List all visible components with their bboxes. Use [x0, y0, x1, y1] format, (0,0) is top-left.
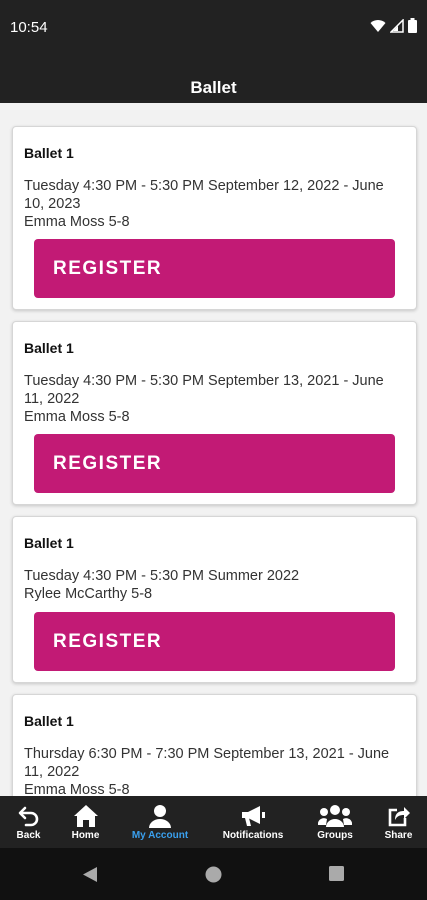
nav-home-label: Home [71, 830, 100, 841]
system-recents-icon[interactable] [329, 866, 344, 881]
nav-notifications-label: Notifications [222, 830, 284, 841]
class-title: Ballet 1 [24, 535, 74, 551]
class-instructor: Rylee McCarthy 5-8 [24, 586, 153, 602]
class-details: Tuesday 4:30 PM - 5:30 PM September 13, … [24, 372, 404, 426]
class-card: Ballet 1 Tuesday 4:30 PM - 5:30 PM Septe… [12, 126, 417, 310]
class-title: Ballet 1 [24, 713, 74, 729]
class-schedule: Tuesday 4:30 PM - 5:30 PM Summer 2022 [24, 568, 300, 584]
battery-icon [408, 18, 417, 33]
nav-share[interactable]: Share [370, 796, 427, 848]
class-details: Tuesday 4:30 PM - 5:30 PM September 12, … [24, 177, 404, 231]
class-schedule: Thursday 6:30 PM - 7:30 PM September 13,… [24, 746, 390, 780]
app-header: Ballet [0, 56, 427, 103]
class-title: Ballet 1 [24, 340, 74, 356]
nav-back[interactable]: Back [0, 796, 57, 848]
bottom-nav: Back Home My Account Notifications Group… [0, 796, 427, 848]
nav-my-account-label: My Account [131, 830, 189, 841]
cell-signal-icon [390, 18, 404, 33]
share-icon [388, 807, 410, 827]
class-details: Thursday 6:30 PM - 7:30 PM September 13,… [24, 745, 404, 796]
nav-home[interactable]: Home [57, 796, 114, 848]
nav-back-label: Back [16, 830, 41, 841]
class-instructor: Emma Moss 5-8 [24, 782, 130, 796]
nav-share-label: Share [384, 830, 413, 841]
wifi-icon [370, 19, 386, 32]
class-instructor: Emma Moss 5-8 [24, 409, 130, 425]
groups-icon [318, 805, 352, 827]
status-time: 10:54 [10, 19, 48, 36]
status-icons [370, 18, 417, 33]
class-instructor: Emma Moss 5-8 [24, 214, 130, 230]
class-card: Ballet 1 Tuesday 4:30 PM - 5:30 PM Summe… [12, 516, 417, 683]
nav-notifications[interactable]: Notifications [206, 796, 300, 848]
user-icon [149, 805, 171, 828]
status-bar: 10:54 [0, 0, 427, 56]
register-button[interactable]: REGISTER [34, 612, 395, 671]
class-schedule: Tuesday 4:30 PM - 5:30 PM September 12, … [24, 178, 384, 212]
nav-my-account[interactable]: My Account [114, 796, 206, 848]
register-button[interactable]: REGISTER [34, 239, 395, 298]
page-title: Ballet [190, 78, 237, 97]
class-title: Ballet 1 [24, 145, 74, 161]
system-back-icon[interactable] [82, 866, 98, 883]
system-home-icon[interactable] [205, 866, 222, 883]
class-card: Ballet 1 Tuesday 4:30 PM - 5:30 PM Septe… [12, 321, 417, 505]
class-details: Tuesday 4:30 PM - 5:30 PM Summer 2022 Ry… [24, 567, 404, 603]
class-schedule: Tuesday 4:30 PM - 5:30 PM September 13, … [24, 373, 384, 407]
megaphone-icon [242, 806, 265, 826]
system-nav-bar [0, 848, 427, 900]
home-icon [73, 805, 98, 827]
register-button[interactable]: REGISTER [34, 434, 395, 493]
nav-groups[interactable]: Groups [300, 796, 370, 848]
class-list[interactable]: Ballet 1 Tuesday 4:30 PM - 5:30 PM Septe… [0, 103, 427, 796]
undo-icon [18, 806, 38, 827]
class-card: Ballet 1 Thursday 6:30 PM - 7:30 PM Sept… [12, 694, 417, 796]
nav-groups-label: Groups [317, 830, 353, 841]
